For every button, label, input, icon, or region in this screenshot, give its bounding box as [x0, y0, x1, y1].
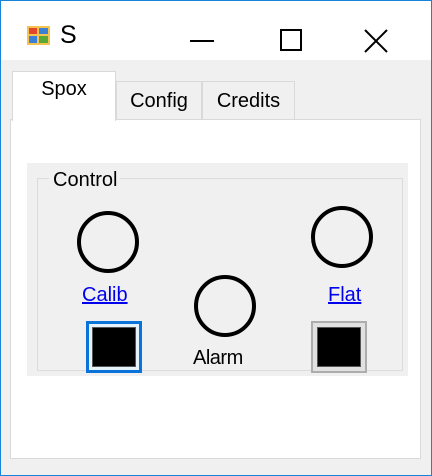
alarm-label: Alarm — [193, 347, 243, 369]
minimize-icon — [190, 40, 214, 42]
tab-spox-label: Spox — [41, 78, 87, 100]
windows-form-icon — [27, 26, 50, 45]
close-button[interactable] — [340, 1, 432, 60]
close-icon — [364, 29, 388, 53]
calib-color-swatch — [92, 327, 136, 367]
flat-color-swatch — [317, 327, 361, 367]
alarm-indicator-led — [194, 275, 256, 337]
tab-credits[interactable]: Credits — [202, 81, 295, 119]
flat-indicator-led — [311, 206, 373, 268]
maximize-icon — [280, 29, 302, 51]
control-group-label: Control — [49, 167, 121, 193]
tab-spox[interactable]: Spox — [12, 71, 116, 121]
calib-indicator-led — [77, 211, 139, 273]
flat-link[interactable]: Flat — [328, 283, 361, 307]
calib-color-button[interactable] — [86, 321, 142, 373]
tab-config-label: Config — [130, 90, 188, 112]
calib-link[interactable]: Calib — [82, 283, 128, 307]
flat-color-button[interactable] — [311, 321, 367, 373]
maximize-button[interactable] — [248, 1, 340, 60]
tab-credits-label: Credits — [216, 90, 281, 112]
app-window: S Spox Config Credits Control Calib Flat… — [0, 0, 432, 476]
tab-config[interactable]: Config — [116, 81, 202, 119]
window-title: S — [60, 21, 77, 49]
minimize-button[interactable] — [156, 1, 248, 60]
title-bar[interactable]: S — [1, 1, 431, 60]
